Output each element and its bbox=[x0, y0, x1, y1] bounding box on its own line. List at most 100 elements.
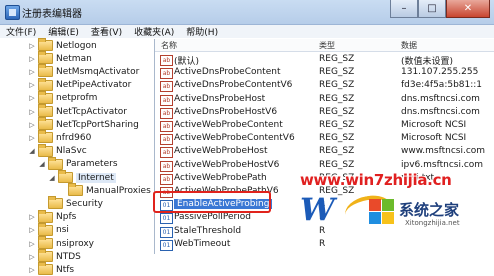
column-type[interactable]: 类型 bbox=[319, 40, 335, 51]
menu-edit[interactable]: 编辑(E) bbox=[48, 25, 79, 38]
tree-expander-icon[interactable]: ◢ bbox=[38, 160, 46, 168]
value-row[interactable]: ab (默认) REG_SZ (数值未设置) bbox=[155, 53, 494, 67]
menu-file[interactable]: 文件(F) bbox=[6, 25, 36, 38]
tree-item-label: Netlogon bbox=[56, 40, 97, 51]
tree-item-label: Security bbox=[66, 198, 103, 209]
column-data[interactable]: 数据 bbox=[401, 40, 417, 51]
value-data: Microsoft NCSI bbox=[401, 133, 467, 144]
tree-expander-icon[interactable]: ▷ bbox=[28, 42, 36, 50]
value-name: ActiveDnsProbeContentV6 bbox=[174, 80, 293, 91]
column-name[interactable]: 名称 bbox=[161, 40, 177, 51]
value-name: ActiveDnsProbeHost bbox=[174, 93, 266, 104]
value-data: Microsoft NCSI bbox=[401, 120, 467, 130]
value-name: ActiveWebProbeHostV6 bbox=[174, 159, 280, 170]
value-row[interactable]: ab ActiveDnsProbeContent REG_SZ 131.107.255… bbox=[155, 66, 494, 80]
value-type: REG_SZ bbox=[319, 133, 355, 144]
menu-bar: 文件(F) 编辑(E) 查看(V) 收藏夹(A) 帮助(H) bbox=[0, 25, 494, 38]
value-name: StaleThreshold bbox=[174, 225, 242, 236]
tree-item[interactable]: ▷ nsiproxy bbox=[28, 236, 94, 250]
watermark-url: www.win7zhijia.cn bbox=[300, 171, 452, 189]
tree-item[interactable]: ◢ NlaSvc bbox=[28, 143, 87, 158]
folder-icon bbox=[58, 170, 73, 183]
value-name: ActiveDnsProbeHostV6 bbox=[174, 106, 278, 117]
tree-expander-icon[interactable]: ▷ bbox=[28, 266, 36, 274]
folder-icon bbox=[38, 51, 53, 65]
value-type: REG_SZ bbox=[319, 80, 355, 91]
string-value-icon: ab bbox=[160, 55, 173, 66]
value-row[interactable]: ab ActiveWebProbeHostV6 REG_SZ ipv6.msftncs… bbox=[155, 159, 494, 172]
value-row[interactable]: ab ActiveWebProbeContentV6 REG_SZ Microsoft… bbox=[155, 132, 494, 146]
maximize-button[interactable]: □ bbox=[418, 0, 446, 18]
tree-item[interactable]: ▷ Npfs bbox=[28, 209, 77, 224]
tree-item[interactable]: ▷ Ntfs bbox=[28, 262, 75, 276]
tree-expander-icon[interactable]: ◢ bbox=[28, 147, 36, 155]
tree-item[interactable]: ▷ NetTcpActivator bbox=[28, 104, 127, 118]
tree-item[interactable]: ▷ nsi bbox=[28, 222, 69, 237]
tree-item[interactable]: ▷ NetPipeActivator bbox=[28, 77, 131, 92]
tree-item[interactable]: ▷ NetTcpPortSharing bbox=[28, 117, 139, 131]
tree-item[interactable]: Security bbox=[38, 196, 103, 210]
folder-icon bbox=[38, 38, 53, 51]
tree-item[interactable]: ▷ NetMsmqActivator bbox=[28, 64, 140, 78]
value-name: ActiveDnsProbeContent bbox=[174, 67, 281, 78]
tree-expander-icon[interactable]: ▷ bbox=[28, 134, 36, 142]
tree-item-label: Ntfs bbox=[56, 264, 75, 275]
tree-item[interactable]: ManualProxies bbox=[58, 183, 151, 197]
tree-expander-icon[interactable]: ▷ bbox=[28, 55, 36, 63]
value-row[interactable]: ab ActiveDnsProbeHostV6 REG_SZ dns.msftncsi… bbox=[155, 106, 494, 119]
tree-expander-icon[interactable]: ▷ bbox=[28, 213, 36, 221]
tree-item[interactable]: ▷ Netman bbox=[28, 51, 92, 65]
tree-item[interactable]: ▷ Netlogon bbox=[28, 38, 97, 52]
tree-item-label: netprofm bbox=[56, 93, 98, 104]
folder-icon bbox=[48, 156, 63, 170]
close-button[interactable]: ✕ bbox=[446, 0, 490, 18]
tree-item[interactable]: ▷ netprofm bbox=[28, 90, 98, 105]
tree-item-label: Npfs bbox=[56, 212, 77, 223]
value-data: dns.msftncsi.com bbox=[401, 106, 480, 117]
value-row[interactable]: ab ActiveWebProbeHost REG_SZ www.msftncsi.c… bbox=[155, 145, 494, 159]
tree-item[interactable]: ◢ Internet bbox=[48, 170, 116, 184]
value-row[interactable]: 01 WebTimeout R bbox=[155, 238, 494, 251]
tree-item[interactable]: ▷ NTDS bbox=[28, 249, 81, 263]
value-type: REG_SZ bbox=[319, 67, 355, 78]
window-title: 注册表编辑器 bbox=[22, 9, 82, 20]
folder-icon bbox=[38, 249, 53, 263]
tree-expander-icon[interactable]: ▷ bbox=[28, 81, 36, 89]
tree-item-label: nsiproxy bbox=[56, 238, 94, 249]
menu-favorites[interactable]: 收藏夹(A) bbox=[134, 25, 174, 38]
value-row[interactable]: ab ActiveDnsProbeHost REG_SZ dns.msftncsi.c… bbox=[155, 93, 494, 106]
menu-help[interactable]: 帮助(H) bbox=[186, 25, 218, 38]
value-data: 131.107.255.255 bbox=[401, 67, 479, 78]
folder-icon bbox=[68, 183, 83, 197]
registry-key-tree[interactable]: ▷ Netlogon ▷ Netman ▷ NetMsmqActivator ▷ NetPip… bbox=[0, 38, 155, 276]
value-type: REG_SZ bbox=[319, 106, 355, 117]
menu-view[interactable]: 查看(V) bbox=[91, 25, 122, 38]
tree-item-label: NTDS bbox=[56, 251, 81, 262]
tree-item-label: NetTcpActivator bbox=[56, 106, 127, 117]
tree-expander-icon[interactable]: ▷ bbox=[28, 121, 36, 129]
tree-expander-icon[interactable]: ▷ bbox=[28, 68, 36, 76]
tree-expander-icon[interactable]: ▷ bbox=[28, 94, 36, 102]
tree-item[interactable]: ◢ Parameters bbox=[38, 156, 118, 171]
value-type: R bbox=[319, 238, 326, 249]
tree-item-label: nfrd960 bbox=[56, 132, 92, 143]
tree-expander-icon[interactable]: ▷ bbox=[28, 108, 36, 116]
string-value-icon: ab bbox=[160, 68, 173, 80]
window-controls: – □ ✕ bbox=[390, 0, 490, 18]
tree-item[interactable]: ▷ nfrd960 bbox=[28, 130, 92, 144]
tree-expander-icon[interactable]: ◢ bbox=[48, 174, 56, 182]
tree-expander-icon[interactable]: ▷ bbox=[28, 226, 36, 234]
value-name: PassivePollPeriod bbox=[174, 212, 251, 223]
minimize-button[interactable]: – bbox=[390, 0, 418, 18]
tree-expander-icon[interactable]: ▷ bbox=[28, 240, 36, 248]
value-data: (数值未设置) bbox=[401, 57, 454, 67]
value-row[interactable]: ab ActiveDnsProbeContentV6 REG_SZ fd3e:4f5a… bbox=[155, 79, 494, 93]
string-value-icon: ab bbox=[160, 94, 173, 106]
tree-item-label: NetMsmqActivator bbox=[56, 66, 140, 77]
folder-icon bbox=[48, 196, 63, 210]
folder-icon bbox=[38, 64, 53, 78]
folder-icon bbox=[38, 143, 53, 157]
value-row[interactable]: ab ActiveWebProbeContent REG_SZ Microsoft N… bbox=[155, 119, 494, 132]
string-value-icon: ab bbox=[160, 121, 173, 132]
string-value-icon: ab bbox=[160, 81, 173, 93]
